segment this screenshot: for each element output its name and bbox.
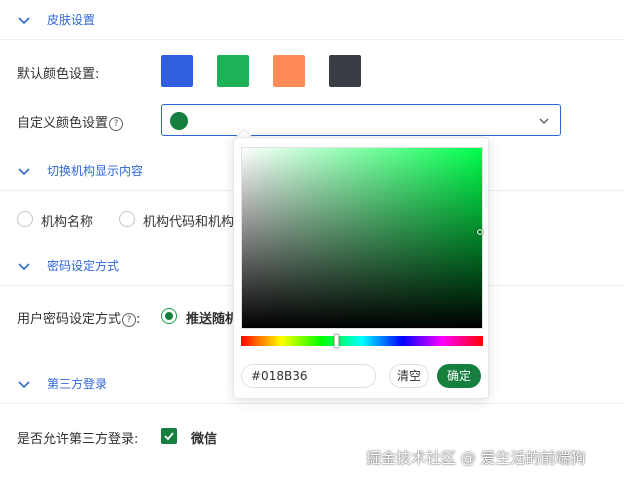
section-skin-header[interactable]: 皮肤设置 — [0, 0, 624, 40]
help-circle-icon[interactable]: ? — [122, 313, 137, 327]
section-title: 皮肤设置 — [47, 13, 96, 27]
section-title: 第三方登录 — [47, 377, 108, 391]
confirm-button[interactable]: 确定 — [437, 364, 481, 388]
sv-cursor[interactable] — [477, 229, 483, 235]
radio-label-org-name[interactable]: 机构名称 — [41, 211, 93, 230]
select-arrow-icon — [539, 118, 549, 124]
custom-color-select[interactable] — [161, 104, 561, 136]
radio-org-name[interactable] — [17, 211, 33, 227]
hex-color-input[interactable] — [241, 364, 376, 388]
chevron-down-icon[interactable] — [16, 376, 32, 392]
password-mode-colon: : — [136, 312, 141, 327]
chevron-down-icon[interactable] — [16, 258, 32, 274]
third-party-login-label: 是否允许第三方登录: — [17, 432, 139, 447]
color-swatch-dark[interactable] — [329, 55, 361, 87]
color-swatch-green[interactable] — [217, 55, 249, 87]
radio-password-push-random[interactable] — [161, 308, 177, 324]
hue-slider-thumb[interactable] — [334, 334, 339, 348]
password-mode-label: 用户密码设定方式?: — [17, 308, 140, 327]
chevron-down-icon[interactable] — [16, 12, 32, 28]
default-color-label: 默认颜色设置: — [17, 67, 100, 82]
custom-color-label: 自定义颜色设置? — [17, 112, 124, 131]
help-circle-icon[interactable]: ? — [109, 117, 124, 131]
color-picker-dropdown: 清空 确定 — [233, 137, 489, 399]
password-mode-label-text: 用户密码设定方式 — [17, 312, 122, 327]
radio-label-org-code-name[interactable]: 机构代码和机构 — [143, 211, 234, 230]
color-swatch-blue[interactable] — [161, 55, 193, 87]
selected-color-dot — [170, 112, 188, 130]
radio-org-code-name[interactable] — [119, 211, 135, 227]
chevron-down-icon[interactable] — [16, 163, 32, 179]
color-swatch-orange[interactable] — [273, 55, 305, 87]
radio-label-push-random[interactable]: 推送随机 — [186, 308, 238, 327]
saturation-value-panel[interactable] — [241, 147, 483, 329]
section-title: 切换机构显示内容 — [47, 164, 144, 178]
custom-color-label-text: 自定义颜色设置 — [17, 116, 109, 131]
watermark-text: 掘金技术社区 @ 爱生活的前端狗 — [366, 449, 586, 467]
checkbox-wechat[interactable] — [161, 428, 177, 444]
clear-button[interactable]: 清空 — [389, 364, 429, 388]
hue-slider[interactable] — [241, 334, 483, 348]
checkbox-label-wechat[interactable]: 微信 — [191, 428, 217, 447]
checkmark-icon — [164, 432, 174, 441]
section-title: 密码设定方式 — [47, 259, 120, 273]
